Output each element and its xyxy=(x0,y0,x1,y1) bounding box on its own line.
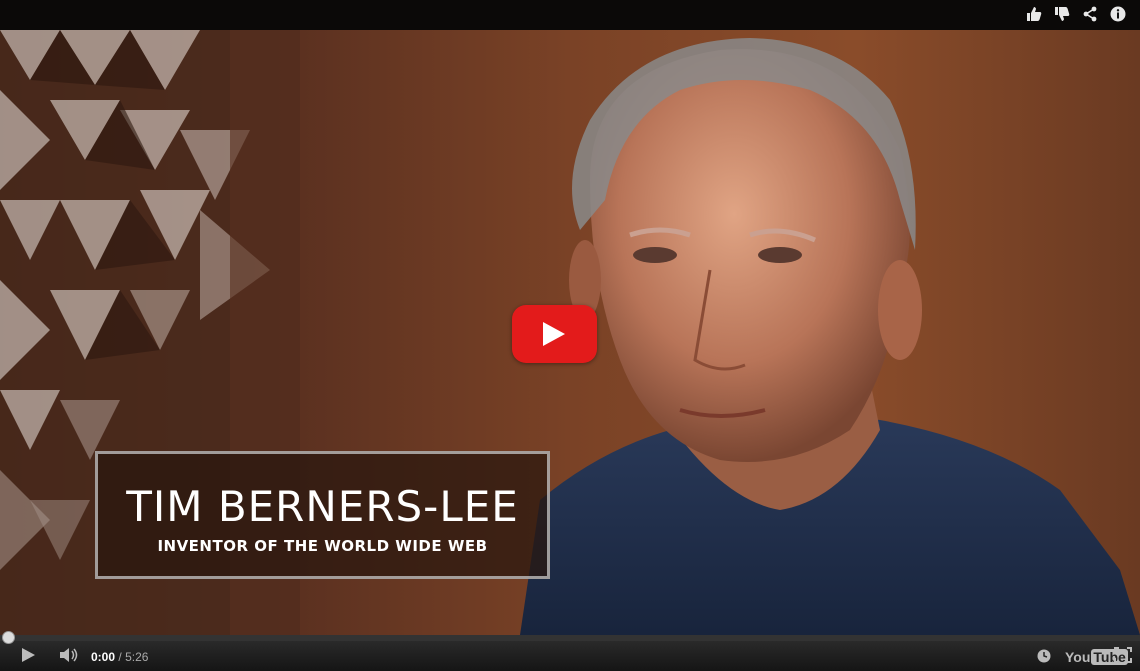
current-time: 0:00 xyxy=(91,650,116,664)
play-icon xyxy=(543,322,565,346)
video-frame[interactable]: TIM BERNERS-LEE INVENTOR OF THE WORLD WI… xyxy=(0,30,1140,635)
clock-icon xyxy=(1037,649,1051,663)
fullscreen-button[interactable] xyxy=(1114,647,1132,668)
like-icon[interactable] xyxy=(1026,6,1044,24)
video-player[interactable]: TIM BERNERS-LEE INVENTOR OF THE WORLD WI… xyxy=(0,0,1140,671)
share-icon[interactable] xyxy=(1082,6,1100,24)
speaker-name: TIM BERNERS-LEE xyxy=(126,482,519,531)
info-icon[interactable] xyxy=(1110,6,1128,24)
time-display: 0:00 / 5:26 xyxy=(91,650,148,664)
volume-icon xyxy=(60,648,78,662)
play-button[interactable] xyxy=(20,647,36,668)
speaker-title: INVENTOR OF THE WORLD WIDE WEB xyxy=(157,537,488,555)
volume-button[interactable] xyxy=(59,647,79,668)
top-actions xyxy=(1026,6,1128,24)
lower-third-caption: TIM BERNERS-LEE INVENTOR OF THE WORLD WI… xyxy=(95,451,550,579)
scrubber-handle[interactable] xyxy=(2,631,15,644)
duration: 5:26 xyxy=(125,650,149,664)
watch-later-button[interactable] xyxy=(1037,649,1051,668)
player-top-bar xyxy=(0,0,1140,30)
dislike-icon[interactable] xyxy=(1054,6,1072,24)
control-bar: 0:00 / 5:26 You Tube xyxy=(0,641,1140,671)
play-icon xyxy=(22,648,35,662)
fullscreen-icon xyxy=(1114,647,1132,663)
time-separator: / xyxy=(118,650,122,664)
logo-you: You xyxy=(1065,649,1091,665)
speaker-figure xyxy=(520,38,1140,635)
large-play-button[interactable] xyxy=(512,305,597,363)
